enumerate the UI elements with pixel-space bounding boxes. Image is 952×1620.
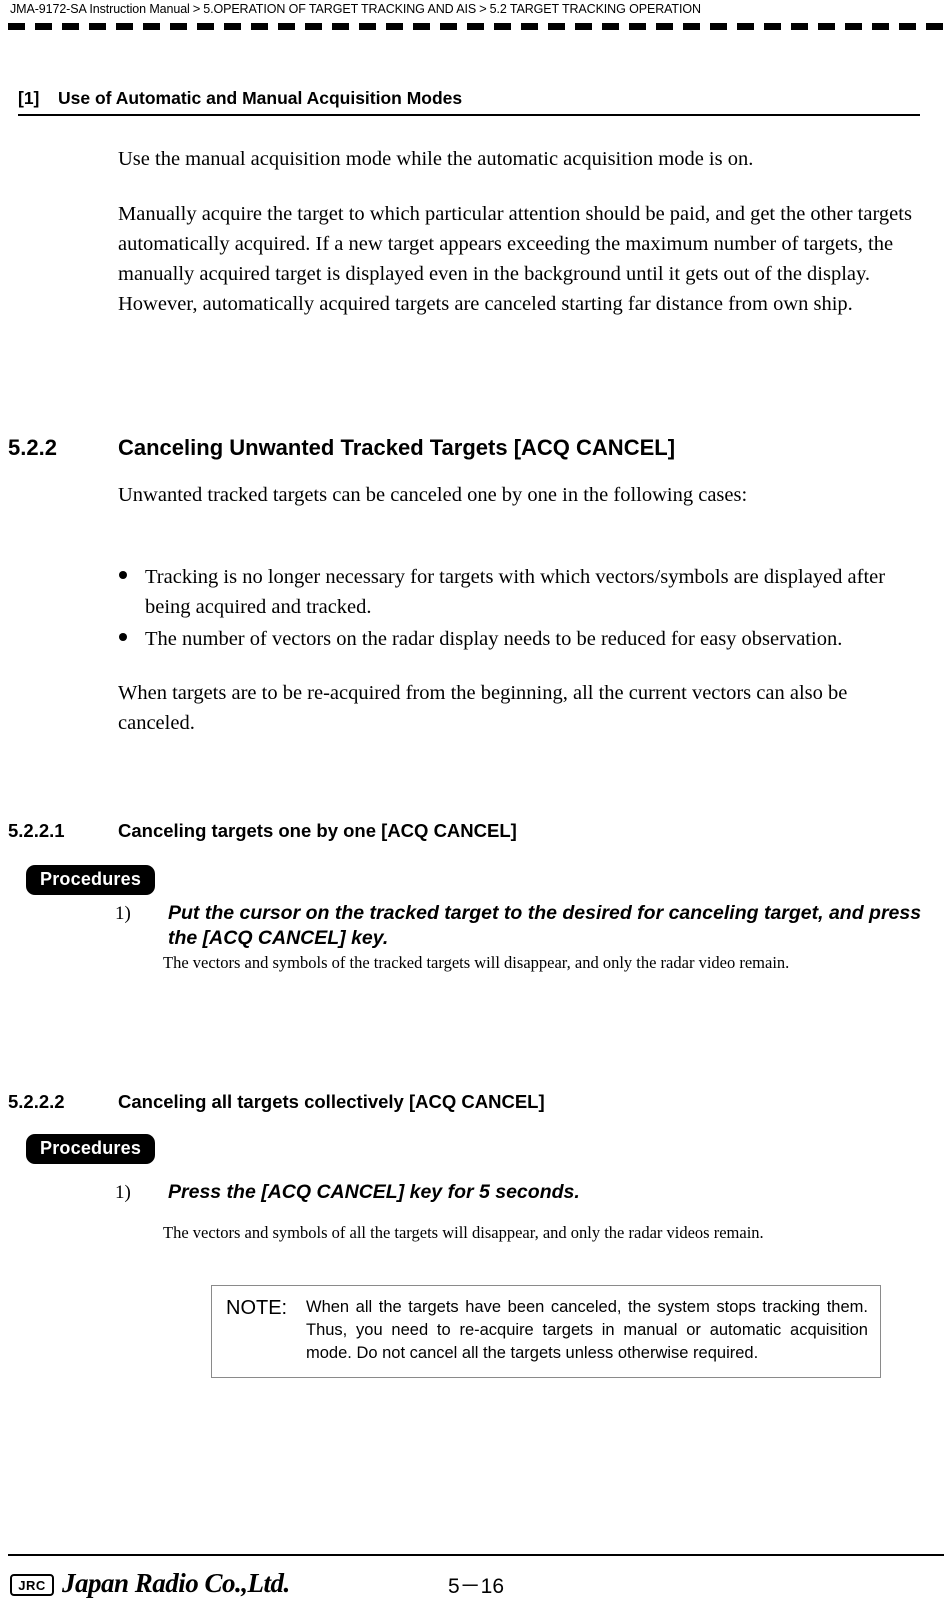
section-5221-title: Canceling targets one by one [ACQ CANCEL… — [118, 820, 517, 841]
section-522-outro: When targets are to be re-acquired from … — [118, 682, 848, 734]
breadcrumb-section: 5.2 TARGET TRACKING OPERATION — [489, 2, 701, 16]
section-522-bullet-list: Tracking is no longer necessary for targ… — [113, 562, 913, 656]
list-item-text: Tracking is no longer necessary for targ… — [145, 566, 886, 618]
list-item-text: The number of vectors on the radar displ… — [145, 628, 843, 650]
note-label: NOTE: — [226, 1297, 288, 1319]
list-item: Tracking is no longer necessary for targ… — [113, 562, 913, 622]
page-header: JMA-9172-SA Instruction Manual >5.OPERATI… — [0, 0, 952, 30]
procedure-step-number: 1) — [115, 1182, 131, 1203]
section-1-title: Use of Automatic and Manual Acquisition … — [58, 88, 463, 108]
section-1-number: [1] — [18, 88, 40, 108]
section-522-heading: 5.2.2 Canceling Unwanted Tracked Targets… — [8, 435, 928, 465]
page-number: 5－16 — [447, 1575, 505, 1598]
breadcrumb-separator-2: > — [479, 1, 487, 16]
section-1-underline — [18, 114, 920, 116]
procedure-step-text: Press the [ACQ CANCEL] key for 5 seconds… — [168, 1181, 580, 1203]
procedure-step-text: Put the cursor on the tracked target to … — [168, 902, 922, 949]
section-1-paragraph-2: Manually acquire the target to which par… — [118, 203, 912, 315]
bullet-icon — [119, 571, 127, 579]
section-1-paragraph-1: Use the manual acquisition mode while th… — [118, 148, 754, 170]
footer-divider — [8, 1554, 944, 1556]
bullet-icon — [119, 633, 127, 641]
procedures-badge: Procedures — [26, 865, 156, 895]
section-522-intro: Unwanted tracked targets can be canceled… — [118, 484, 748, 506]
section-1-heading: [1] Use of Automatic and Manual Acquisiti… — [18, 88, 934, 109]
procedure-step-number: 1) — [115, 903, 131, 924]
note-text: When all the targets have been canceled,… — [306, 1298, 868, 1362]
section-5222-heading: 5.2.2.2 Canceling all targets collective… — [8, 1091, 928, 1117]
breadcrumb-manual: JMA-9172-SA Instruction Manual — [10, 2, 190, 16]
procedure-step-note: The vectors and symbols of the tracked t… — [163, 953, 790, 972]
page-footer: JRC Japan Radio Co.,Ltd. 5－16 — [0, 1546, 952, 1620]
section-5221-heading: 5.2.2.1 Canceling targets one by one [AC… — [8, 820, 928, 846]
header-dashed-divider — [8, 23, 944, 30]
breadcrumb-chapter: 5.OPERATION OF TARGET TRACKING AND AIS — [203, 2, 477, 16]
procedure-step-note: The vectors and symbols of all the targe… — [163, 1223, 764, 1242]
section-5222-number: 5.2.2.2 — [8, 1091, 65, 1112]
section-5222-title: Canceling all targets collectively [ACQ … — [118, 1091, 545, 1112]
section-522-number: 5.2.2 — [8, 435, 57, 460]
section-5221-number: 5.2.2.1 — [8, 820, 65, 841]
procedures-badge: Procedures — [26, 1134, 156, 1164]
note-box: NOTE: When all the targets have been can… — [211, 1285, 881, 1378]
list-item: The number of vectors on the radar displ… — [113, 624, 913, 654]
section-522-title: Canceling Unwanted Tracked Targets [ACQ … — [118, 435, 676, 460]
breadcrumb: JMA-9172-SA Instruction Manual >5.OPERATI… — [10, 1, 701, 16]
breadcrumb-separator-1: > — [192, 1, 201, 16]
